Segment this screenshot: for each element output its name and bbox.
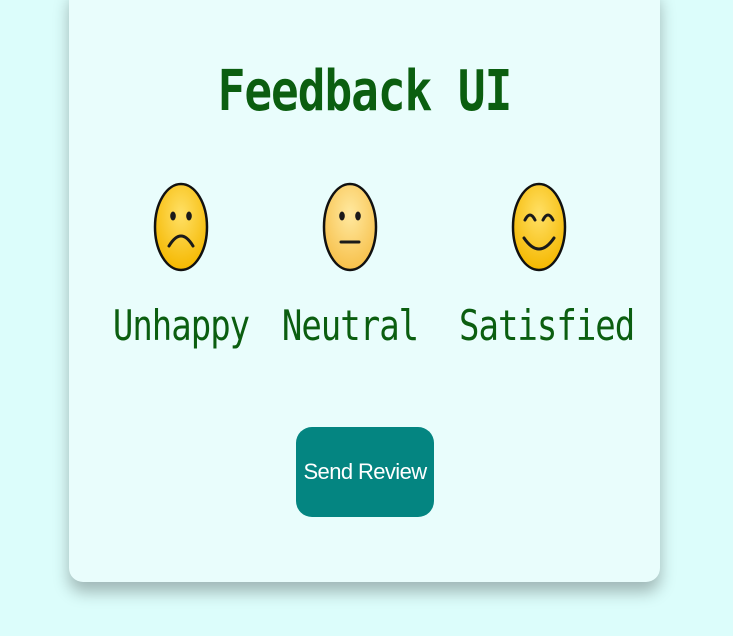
rating-unhappy[interactable]: Unhappy [101,182,261,351]
smiling-face-icon [511,182,567,272]
rating-neutral[interactable]: Neutral [270,182,430,351]
sad-face-icon [153,182,209,272]
feedback-card: Feedback UI Unhappy Neutral Satisfied Se… [69,0,660,582]
send-review-button[interactable]: Send Review [296,427,434,517]
rating-label: Satisfied [459,302,635,351]
rating-label: Neutral [281,302,419,351]
neutral-face-icon [322,182,378,272]
card-title: Feedback UI [217,57,513,124]
rating-satisfied[interactable]: Satisfied [459,182,635,351]
rating-label: Unhappy [112,302,250,351]
